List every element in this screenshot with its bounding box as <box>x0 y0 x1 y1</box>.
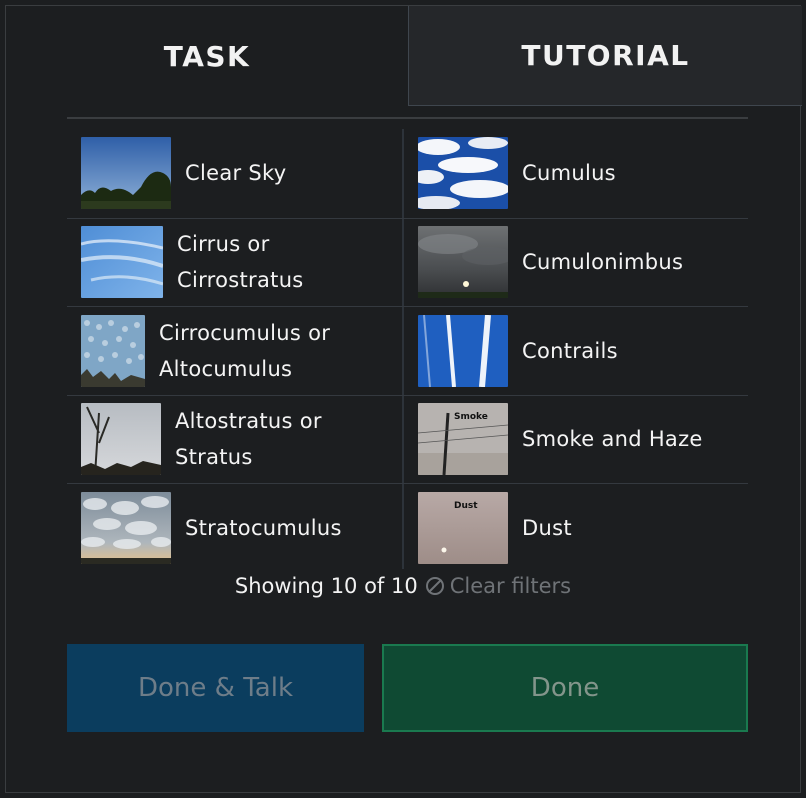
dust-thumbnail: Dust <box>418 491 508 564</box>
choice-clear-sky[interactable]: Clear Sky <box>81 129 399 218</box>
choice-row: Clear Sky Cumulus <box>67 129 748 218</box>
choice-label: Contrails <box>522 338 618 363</box>
filter-status: Showing 10 of 10 Clear filters <box>0 568 806 604</box>
smoke-thumbnail: Smoke <box>418 403 508 476</box>
choice-label: Cumulonimbus <box>522 250 684 275</box>
choice-cumulus[interactable]: Cumulus <box>418 129 744 218</box>
clear-filters-label: Clear filters <box>449 574 572 598</box>
contrails-thumbnail <box>418 314 508 387</box>
clear-filters-button[interactable]: Clear filters <box>425 574 572 598</box>
choice-label: Dust <box>522 515 572 540</box>
clear-sky-thumbnail <box>81 137 171 210</box>
cumulonimbus-thumbnail <box>418 226 508 299</box>
choice-row: Cirrocumulus or Altocumulus Contrails <box>67 306 748 395</box>
cirrocumulus-thumbnail <box>81 314 145 387</box>
choice-label: Cumulus <box>522 161 616 186</box>
choice-contrails[interactable]: Contrails <box>418 307 744 395</box>
choice-grid: Clear Sky Cumulus Cirrus or Cirrostratus… <box>67 129 748 572</box>
result-count: Showing 10 of 10 <box>234 574 418 598</box>
done-button[interactable]: Done <box>382 644 748 732</box>
choice-stratocumulus[interactable]: Stratocumulus <box>81 484 399 572</box>
stratocumulus-thumbnail <box>81 491 171 564</box>
cumulus-thumbnail <box>418 137 508 210</box>
tab-tutorial[interactable]: TUTORIAL <box>408 6 802 106</box>
choice-label: Smoke and Haze <box>522 427 703 452</box>
ban-icon <box>425 577 444 595</box>
thumb-caption: Smoke <box>454 412 488 422</box>
choice-cumulonimbus[interactable]: Cumulonimbus <box>418 219 744 307</box>
choice-altostratus[interactable]: Altostratus or Stratus <box>81 396 399 484</box>
choice-smoke[interactable]: Smoke Smoke and Haze <box>418 396 744 484</box>
choice-cirrus[interactable]: Cirrus or Cirrostratus <box>81 219 399 307</box>
choice-label: Altostratus or Stratus <box>175 409 322 470</box>
choice-label: Stratocumulus <box>185 515 342 540</box>
done-and-talk-button[interactable]: Done & Talk <box>67 644 364 732</box>
choice-row: Altostratus or Stratus Smoke Smoke and Ha… <box>67 394 748 484</box>
choice-row: Cirrus or Cirrostratus Cumulonimbus <box>67 217 748 307</box>
choice-label: Cirrocumulus or Altocumulus <box>159 320 331 381</box>
thumb-caption: Dust <box>454 501 478 511</box>
cirrus-thumbnail <box>81 226 163 299</box>
choice-dust[interactable]: Dust Dust <box>418 484 744 572</box>
choice-label: Clear Sky <box>185 161 287 186</box>
choice-label: Cirrus or Cirrostratus <box>177 232 304 293</box>
choice-cirrocumulus[interactable]: Cirrocumulus or Altocumulus <box>81 307 399 395</box>
choice-row: Stratocumulus Dust Dust <box>67 483 748 572</box>
altostratus-thumbnail <box>81 403 161 476</box>
divider <box>67 117 748 119</box>
tab-bar: TASK TUTORIAL <box>6 6 802 106</box>
tab-task[interactable]: TASK <box>6 6 408 106</box>
